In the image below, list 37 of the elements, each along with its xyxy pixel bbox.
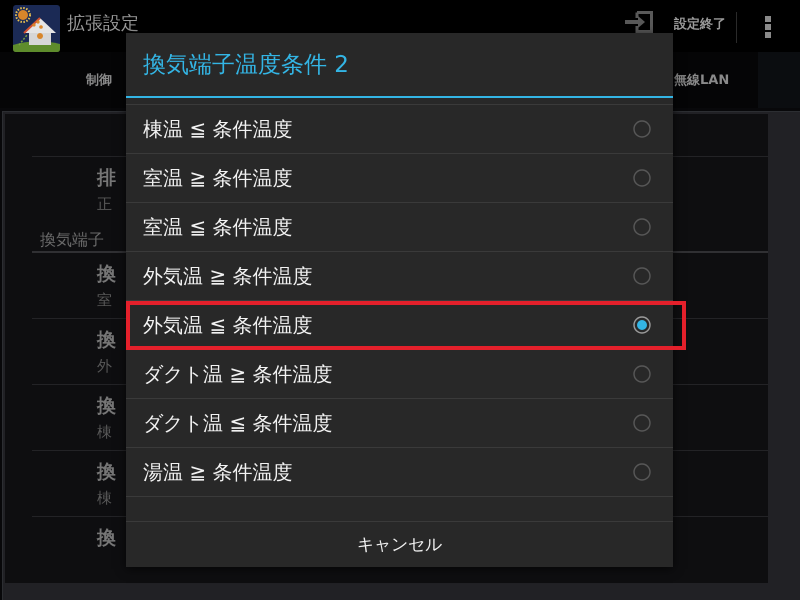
section-header: 換気端子 xyxy=(40,229,104,251)
setting-title: 換 xyxy=(97,264,116,284)
option-item[interactable]: 外気温 ≧ 条件温度 xyxy=(126,252,673,301)
setting-value: 外 xyxy=(97,357,112,375)
option-item[interactable]: 室温 ≦ 条件温度 xyxy=(126,203,673,252)
radio-icon[interactable] xyxy=(633,120,651,138)
setting-title: 換 xyxy=(97,330,116,350)
setting-title: 換 xyxy=(97,528,116,548)
radio-icon[interactable] xyxy=(633,267,651,285)
option-item[interactable]: ダクト温 ≧ 条件温度 xyxy=(126,350,673,399)
radio-icon[interactable] xyxy=(633,218,651,236)
setting-value: 棟 xyxy=(97,489,112,507)
radio-icon[interactable] xyxy=(633,414,651,432)
dialog-title: 換気端子温度条件 2 xyxy=(143,50,349,78)
radio-icon[interactable] xyxy=(633,365,651,383)
option-item[interactable]: 湯温 ≧ 条件温度 xyxy=(126,448,673,497)
setting-value: 正 xyxy=(97,195,112,213)
setting-value: 棟 xyxy=(97,423,112,441)
app-title: 拡張設定 xyxy=(67,15,139,33)
setting-value: 室 xyxy=(97,291,112,309)
option-item[interactable]: 棟温 ≦ 条件温度 xyxy=(126,105,673,154)
end-settings-button[interactable]: 設定終了 xyxy=(625,9,726,33)
radio-icon[interactable] xyxy=(633,169,651,187)
option-item[interactable]: 室温 ≧ 条件温度 xyxy=(126,154,673,203)
cancel-button[interactable]: キャンセル xyxy=(126,521,673,567)
exit-icon xyxy=(625,11,653,33)
setting-title: 換 xyxy=(97,462,116,482)
option-item[interactable]: 外気温 ≦ 条件温度 xyxy=(126,301,673,350)
overflow-menu-icon[interactable] xyxy=(765,16,771,38)
house-icon xyxy=(13,5,60,52)
radio-selected-icon[interactable] xyxy=(633,316,651,334)
option-item[interactable]: ダクト温 ≦ 条件温度 xyxy=(126,399,673,448)
tab[interactable]: 制御 xyxy=(74,52,124,108)
tab[interactable]: 無線LAN xyxy=(674,52,730,108)
setting-title: 換 xyxy=(97,396,116,416)
radio-icon[interactable] xyxy=(633,463,651,481)
setting-title: 排 xyxy=(97,168,116,188)
